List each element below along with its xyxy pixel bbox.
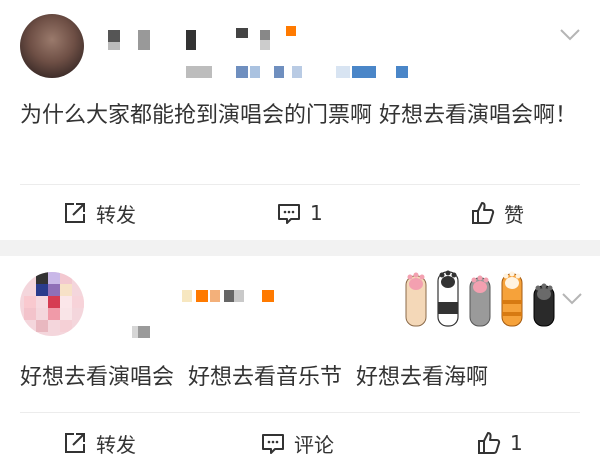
comment-button[interactable]: 评论 — [260, 428, 334, 458]
avatar[interactable] — [20, 272, 84, 336]
avatar[interactable] — [20, 14, 84, 78]
post-meta-blurred — [132, 326, 150, 338]
post-card: 为什么大家都能抢到演唱会的门票啊 好想去看演唱会啊！ 转发 1 赞 — [0, 0, 600, 240]
username-blurred[interactable] — [108, 26, 318, 54]
thumbs-up-icon — [470, 200, 496, 226]
divider — [20, 184, 580, 185]
like-label: 赞 — [504, 202, 524, 227]
chevron-down-icon[interactable] — [561, 292, 583, 306]
chevron-down-icon[interactable] — [559, 28, 581, 42]
like-count: 1 — [510, 431, 523, 455]
divider — [20, 412, 580, 413]
post-text: 为什么大家都能抢到演唱会的门票啊 好想去看演唱会啊！ — [20, 103, 577, 128]
like-button[interactable]: 1 — [476, 428, 523, 458]
chat-bubble-icon — [260, 430, 286, 456]
share-square-icon — [62, 430, 88, 456]
share-square-icon — [62, 200, 88, 226]
comment-count: 1 — [310, 201, 323, 225]
username-blurred[interactable] — [182, 288, 282, 304]
repost-label: 转发 — [96, 432, 136, 457]
chat-bubble-icon — [276, 200, 302, 226]
repost-button[interactable]: 转发 — [62, 428, 136, 458]
cat-paws-icon — [405, 270, 555, 327]
post-text: 好想去看演唱会 好想去看音乐节 好想去看海啊 — [20, 365, 488, 390]
comment-button[interactable]: 1 — [276, 198, 323, 228]
like-button[interactable]: 赞 — [470, 198, 524, 228]
repost-label: 转发 — [96, 202, 136, 227]
thumbs-up-icon — [476, 430, 502, 456]
repost-button[interactable]: 转发 — [62, 198, 136, 228]
post-meta-blurred — [186, 66, 408, 78]
comment-label: 评论 — [294, 432, 334, 457]
